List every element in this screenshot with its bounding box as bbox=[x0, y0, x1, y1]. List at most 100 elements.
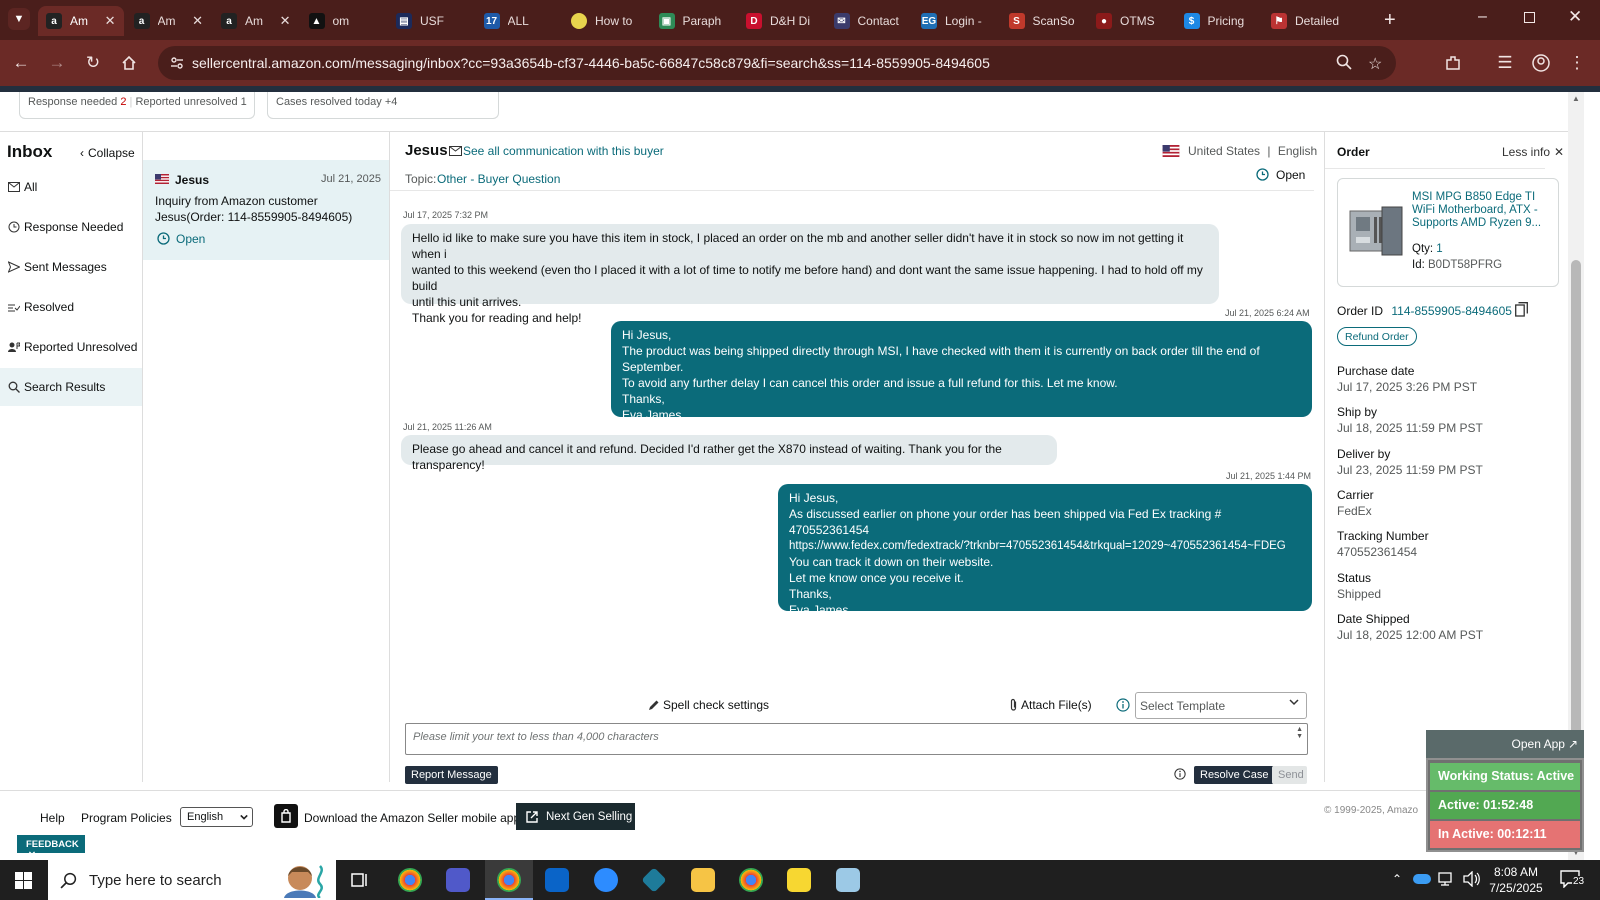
reply-textarea[interactable]: Please limit your text to less than 4,00… bbox=[405, 723, 1308, 755]
bookmark-star-icon[interactable]: ☆ bbox=[1368, 54, 1382, 74]
tab-close-icon[interactable]: ✕ bbox=[105, 13, 116, 29]
sidebar-item-all[interactable]: All bbox=[0, 168, 142, 206]
resolve-case-button[interactable]: Resolve Case bbox=[1194, 766, 1275, 784]
reported-unresolved-label[interactable]: Reported unresolved bbox=[135, 96, 237, 108]
sidebar-item-reported-unresolved[interactable]: Reported Unresolved bbox=[0, 328, 142, 366]
zoom-app-icon[interactable] bbox=[594, 868, 618, 892]
attach-files-button[interactable]: Attach File(s) bbox=[1009, 698, 1092, 712]
browser-tab[interactable]: 17 ALL bbox=[476, 6, 562, 36]
browser-tab[interactable]: ✉ Contact bbox=[826, 6, 912, 36]
diamond-app-icon[interactable] bbox=[641, 867, 667, 893]
topic-link[interactable]: Other - Buyer Question bbox=[437, 172, 560, 186]
download-app-link[interactable]: Download the Amazon Seller mobile app bbox=[304, 811, 520, 825]
browser-tab[interactable]: ▣ Paraph bbox=[651, 6, 737, 36]
browser-tab[interactable]: a Am ✕ bbox=[126, 6, 212, 36]
extensions-icon[interactable] bbox=[1442, 52, 1464, 74]
amazon-seller-app-icon[interactable] bbox=[274, 804, 298, 828]
report-message-button[interactable]: Report Message bbox=[405, 766, 498, 784]
sidebar-item-response-needed[interactable]: Response Needed bbox=[0, 208, 142, 246]
teams-icon[interactable] bbox=[446, 868, 470, 892]
chrome-icon[interactable] bbox=[398, 868, 422, 892]
scroll-up-icon[interactable]: ▲ bbox=[1572, 94, 1580, 103]
back-icon[interactable]: ← bbox=[10, 52, 32, 74]
outgoing-message: Hi Jesus, As discussed earlier on phone … bbox=[778, 484, 1312, 617]
browser-tab[interactable]: ▲ om bbox=[301, 6, 387, 36]
see-all-communication-link[interactable]: See all communication with this buyer bbox=[463, 144, 664, 158]
info-icon[interactable] bbox=[1174, 768, 1186, 780]
browser-tab[interactable]: a Am ✕ bbox=[38, 6, 124, 36]
notepad-icon[interactable] bbox=[836, 868, 860, 892]
volume-icon[interactable] bbox=[1463, 871, 1481, 887]
media-control-icon[interactable]: ☰ bbox=[1494, 52, 1516, 74]
help-link[interactable]: Help bbox=[40, 811, 65, 825]
minimize-icon[interactable]: – bbox=[1478, 8, 1487, 26]
open-app-button[interactable]: Open App ↗ bbox=[1426, 730, 1584, 758]
response-needed-label[interactable]: Response needed bbox=[28, 96, 117, 108]
chevron-up-icon[interactable]: ⌃ bbox=[1392, 872, 1402, 886]
order-id-link[interactable]: 114-8559905-8494605 bbox=[1391, 304, 1512, 318]
tab-search-icon[interactable]: ▼ bbox=[8, 8, 30, 30]
clock[interactable]: 8:08 AM 7/25/2025 bbox=[1488, 864, 1544, 896]
language-select[interactable]: English bbox=[180, 807, 253, 827]
file-explorer-icon[interactable] bbox=[691, 868, 715, 892]
spell-check-settings-button[interactable]: Spell check settings bbox=[648, 698, 769, 712]
chrome-profile-icon[interactable] bbox=[497, 868, 521, 892]
network-icon[interactable] bbox=[1438, 871, 1456, 887]
browser-tab[interactable]: How to bbox=[563, 6, 649, 36]
spinner-arrows-icon[interactable]: ▲ ▼ bbox=[1296, 726, 1303, 740]
feedback-button[interactable]: FEEDBACK ✕ bbox=[17, 835, 85, 861]
reload-icon[interactable]: ↻ bbox=[82, 52, 104, 74]
copy-icon[interactable] bbox=[1515, 302, 1528, 317]
product-title-link[interactable]: MSI MPG B850 Edge TI WiFi Motherboard, A… bbox=[1412, 191, 1552, 231]
collapse-button[interactable]: ‹ Collapse bbox=[80, 146, 135, 160]
tab-close-icon[interactable]: ✕ bbox=[192, 13, 203, 29]
sidebar-item-search-results[interactable]: Search Results bbox=[0, 368, 142, 406]
close-window-icon[interactable]: ✕ bbox=[1568, 7, 1582, 27]
message-line: The product was being shipped directly t… bbox=[622, 344, 1260, 374]
motherboard-image[interactable] bbox=[1348, 205, 1406, 257]
new-tab-icon[interactable]: + bbox=[1384, 9, 1396, 32]
response-stats-card: Response needed 2 | Reported unresolved … bbox=[19, 92, 255, 119]
info-icon[interactable] bbox=[1116, 698, 1130, 712]
browser-tab[interactable]: ⚑ Detailed bbox=[1263, 6, 1349, 36]
taskbar-search[interactable]: Type here to search bbox=[48, 860, 336, 900]
browser-tab[interactable]: D D&H Di bbox=[738, 6, 824, 36]
conversation-item[interactable]: Jesus Jul 21, 2025 Inquiry from Amazon c… bbox=[143, 160, 389, 260]
us-flag-icon bbox=[155, 174, 169, 184]
sidebar-item-resolved[interactable]: Resolved bbox=[0, 288, 142, 326]
sidebar-item-sent-messages[interactable]: Sent Messages bbox=[0, 248, 142, 286]
browser-tab[interactable]: ● OTMS bbox=[1088, 6, 1174, 36]
notification-icon[interactable]: 23 bbox=[1560, 870, 1586, 888]
profile-icon[interactable] bbox=[1530, 52, 1552, 74]
task-view-icon[interactable] bbox=[350, 870, 370, 890]
message-line[interactable]: https://www.fedex.com/fedextrack/?trknbr… bbox=[789, 538, 1301, 554]
zoom-icon[interactable] bbox=[1336, 54, 1352, 70]
browser-tab[interactable]: S ScanSo bbox=[1001, 6, 1087, 36]
less-info-button[interactable]: Less info ✕ bbox=[1502, 145, 1564, 159]
onedrive-icon[interactable] bbox=[1413, 874, 1431, 884]
home-icon[interactable] bbox=[118, 52, 140, 74]
sticky-notes-icon[interactable] bbox=[787, 868, 811, 892]
next-gen-selling-button[interactable]: Next Gen Selling bbox=[516, 803, 635, 830]
conversation-preview-line1: Inquiry from Amazon customer bbox=[155, 194, 318, 208]
restore-icon[interactable] bbox=[1524, 12, 1535, 23]
template-select[interactable]: Select Template bbox=[1135, 692, 1307, 719]
program-policies-link[interactable]: Program Policies bbox=[81, 811, 172, 825]
menu-icon[interactable]: ⋮ bbox=[1566, 52, 1588, 74]
outlook-icon[interactable] bbox=[545, 868, 569, 892]
windows-start-icon[interactable] bbox=[15, 872, 32, 889]
conversation-date: Jul 21, 2025 bbox=[321, 173, 381, 185]
forward-icon[interactable]: → bbox=[46, 52, 68, 74]
address-bar[interactable]: sellercentral.amazon.com/messaging/inbox… bbox=[158, 46, 1396, 80]
send-button[interactable]: Send bbox=[1272, 766, 1307, 784]
browser-tab[interactable]: EG Login - bbox=[913, 6, 999, 36]
tab-close-icon[interactable]: ✕ bbox=[280, 13, 291, 29]
browser-tab[interactable]: a Am ✕ bbox=[213, 6, 299, 36]
order-title: Order bbox=[1337, 145, 1370, 159]
browser-tab[interactable]: $ Pricing bbox=[1176, 6, 1262, 36]
tab-title: Am bbox=[245, 14, 263, 28]
chrome-secondary-icon[interactable] bbox=[739, 868, 763, 892]
site-info-icon[interactable] bbox=[170, 56, 184, 70]
browser-tab[interactable]: ▤ USF bbox=[388, 6, 474, 36]
refund-order-button[interactable]: Refund Order bbox=[1337, 327, 1417, 346]
